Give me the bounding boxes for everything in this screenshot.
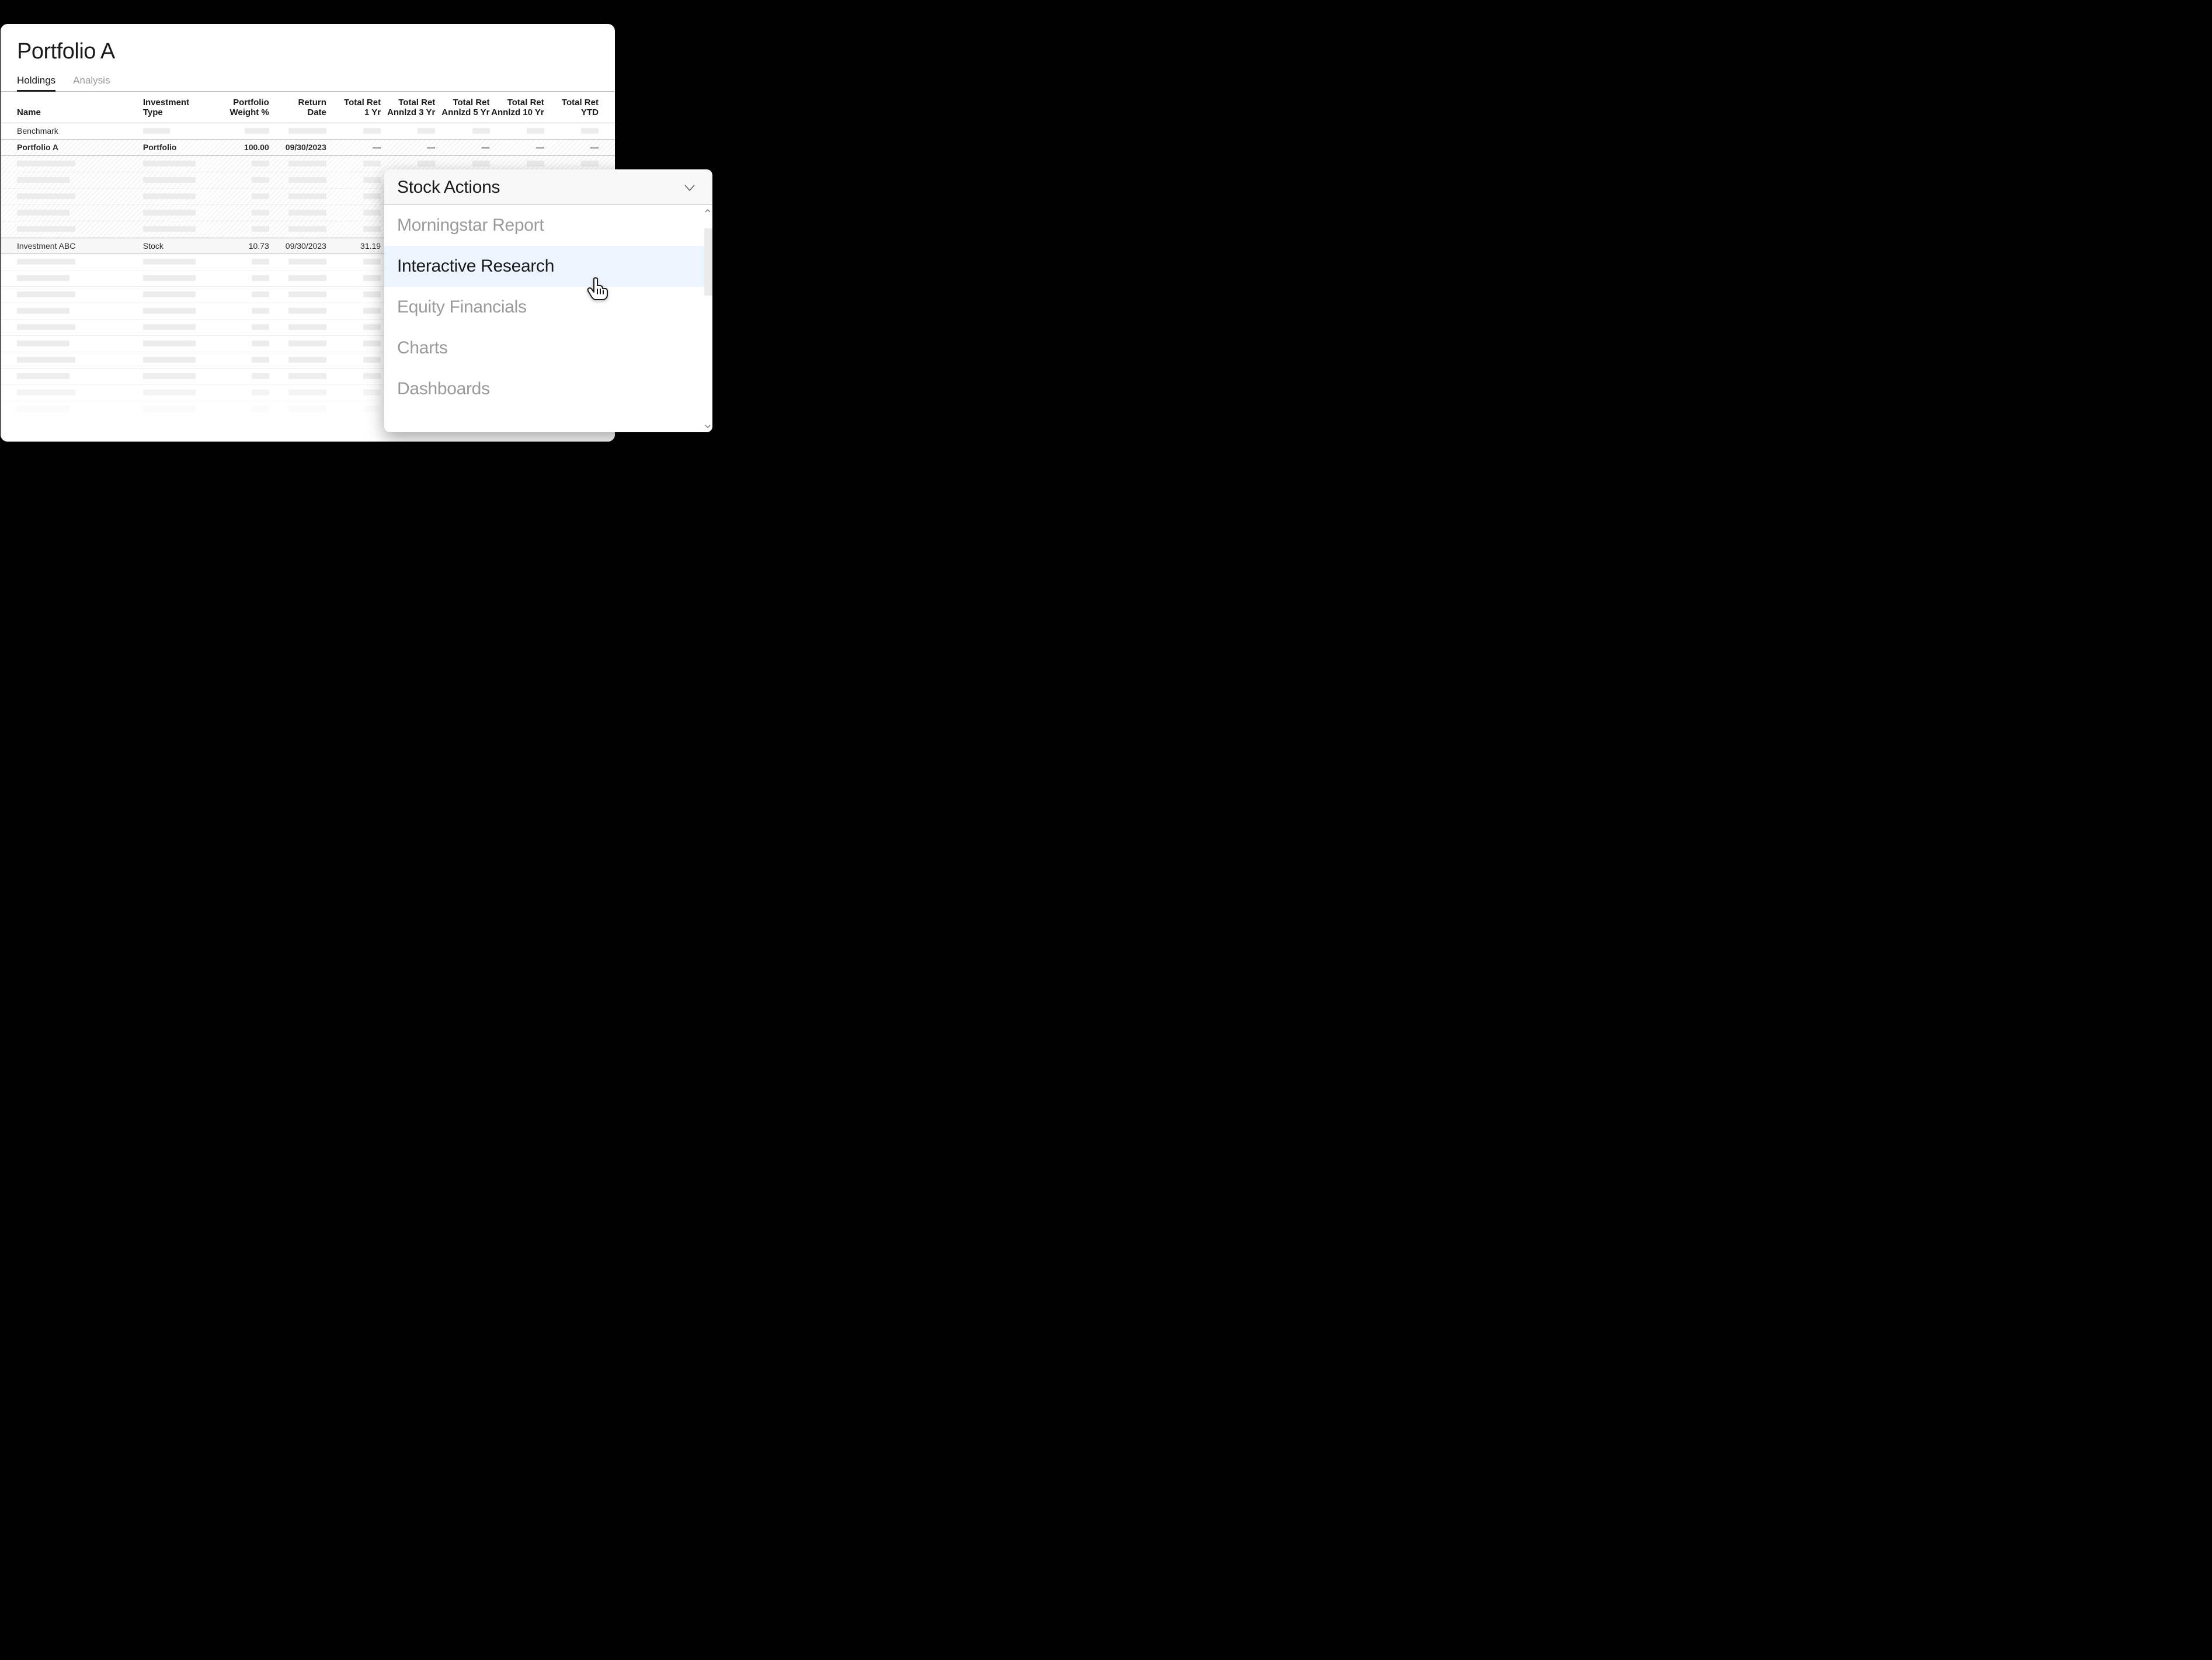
cell-type: Portfolio (143, 143, 212, 152)
col-return-date[interactable]: Return Date (269, 98, 326, 118)
cell-pw (212, 128, 269, 134)
cell-name: Investment ABC (17, 241, 143, 251)
cell-ytd: — (544, 143, 599, 152)
table-header: Name Investment Type Portfolio Weight % … (1, 92, 615, 123)
menu-morningstar-report[interactable]: Morningstar Report (384, 205, 712, 246)
cell-ytd (544, 128, 599, 134)
popup-title: Stock Actions (397, 178, 500, 197)
col-total-ret-10yr[interactable]: Total Ret Annlzd 10 Yr (490, 98, 544, 118)
col-name[interactable]: Name (17, 98, 143, 118)
page-title: Portfolio A (1, 39, 615, 75)
cell-pw: 10.73 (212, 241, 269, 251)
tab-holdings[interactable]: Holdings (17, 75, 55, 92)
popup-header[interactable]: Stock Actions (384, 169, 712, 205)
scroll-down-icon[interactable] (704, 423, 711, 430)
cell-rdate: 09/30/2023 (269, 143, 326, 152)
popup-body: Morningstar Report Interactive Research … (384, 205, 712, 432)
cell-3yr (381, 128, 435, 134)
col-total-ret-1yr[interactable]: Total Ret 1 Yr (326, 98, 381, 118)
cell-type: Stock (143, 241, 212, 251)
row-benchmark[interactable]: Benchmark (1, 123, 615, 140)
stock-actions-popup: Stock Actions Morningstar Report Interac… (384, 169, 712, 432)
cell-1yr: — (326, 143, 381, 152)
cell-5yr: — (435, 143, 489, 152)
cell-3yr: — (381, 143, 435, 152)
col-type[interactable]: Investment Type (143, 98, 212, 118)
cell-1yr (326, 128, 381, 134)
cell-5yr (435, 128, 489, 134)
menu-dashboards[interactable]: Dashboards (384, 369, 712, 409)
scrollbar[interactable] (703, 205, 712, 432)
cell-type (143, 126, 212, 136)
cell-pw: 100.00 (212, 143, 269, 152)
col-total-ret-5yr[interactable]: Total Ret Annlzd 5 Yr (435, 98, 489, 118)
col-portfolio-weight[interactable]: Portfolio Weight % (212, 98, 269, 118)
menu-interactive-research[interactable]: Interactive Research (384, 246, 712, 287)
cell-10yr: — (490, 143, 544, 152)
scroll-thumb[interactable] (704, 228, 712, 296)
cell-name: Benchmark (17, 126, 143, 136)
tabs: Holdings Analysis (1, 75, 615, 92)
cell-1yr: 31.19 (326, 241, 381, 251)
cell-10yr (490, 128, 544, 134)
col-total-ret-3yr[interactable]: Total Ret Annlzd 3 Yr (381, 98, 435, 118)
menu-charts[interactable]: Charts (384, 328, 712, 369)
cell-rdate: 09/30/2023 (269, 241, 326, 251)
menu-equity-financials[interactable]: Equity Financials (384, 287, 712, 328)
cell-name: Portfolio A (17, 143, 143, 152)
scroll-up-icon[interactable] (704, 207, 711, 214)
cell-rdate (269, 128, 326, 134)
tab-analysis[interactable]: Analysis (73, 75, 110, 91)
row-portfolio[interactable]: Portfolio A Portfolio 100.00 09/30/2023 … (1, 140, 615, 156)
chevron-down-icon (682, 180, 697, 195)
col-total-ret-ytd[interactable]: Total Ret YTD (544, 98, 599, 118)
